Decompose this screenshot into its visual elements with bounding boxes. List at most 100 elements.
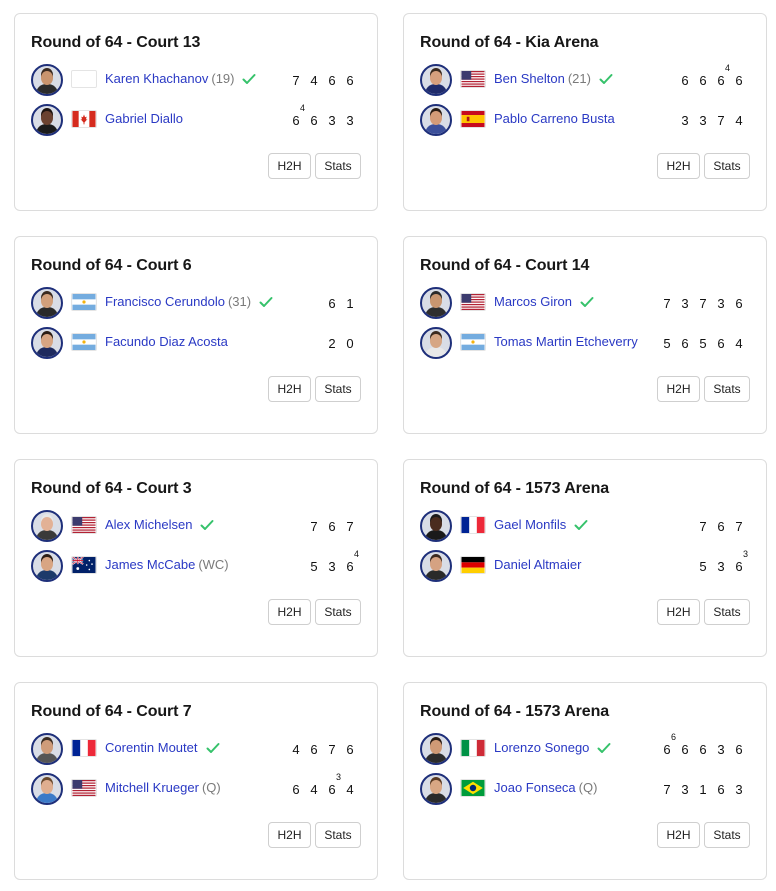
player-name-link[interactable]: Karen Khachanov (19) — [105, 71, 256, 86]
match-title: Round of 64 - 1573 Arena — [420, 480, 610, 497]
player-avatar[interactable] — [31, 510, 63, 542]
player-name-link[interactable]: Joao Fonseca (Q) — [494, 780, 597, 795]
player-name[interactable]: Corentin Moutet — [105, 740, 198, 755]
h2h-button[interactable]: H2H — [268, 153, 311, 179]
player-avatar[interactable] — [31, 733, 63, 765]
set-games: 7 — [699, 296, 707, 311]
player-avatar[interactable] — [420, 287, 452, 319]
set-games: 1 — [699, 782, 707, 797]
player-avatar[interactable] — [31, 327, 63, 359]
player-name-link[interactable]: Facundo Diaz Acosta — [105, 334, 228, 349]
player-avatar[interactable] — [420, 104, 452, 136]
set-score: 0 — [341, 336, 359, 351]
h2h-button[interactable]: H2H — [657, 153, 700, 179]
player-name-link[interactable]: Pablo Carreno Busta — [494, 111, 615, 126]
match-card: Round of 64 - Court 7 Corentin Moutet 4 6 7 6… — [14, 682, 378, 880]
player-name[interactable]: Ben Shelton — [494, 71, 565, 86]
player-name[interactable]: Pablo Carreno Busta — [494, 111, 615, 126]
stats-button[interactable]: Stats — [315, 376, 361, 402]
h2h-button[interactable]: H2H — [268, 599, 311, 625]
set-games: 7 — [663, 296, 671, 311]
set-score: 4 — [305, 73, 323, 88]
player-name[interactable]: Gabriel Diallo — [105, 111, 183, 126]
set-score: 6 — [712, 519, 730, 534]
player-avatar[interactable] — [420, 64, 452, 96]
player-name-link[interactable]: Lorenzo Sonego — [494, 740, 611, 755]
set-games: 3 — [681, 113, 689, 128]
player-avatar[interactable] — [420, 773, 452, 805]
player-avatar[interactable] — [420, 550, 452, 582]
country-flag-icon — [460, 333, 486, 351]
player-row: Alex Michelsen 7 6 7 — [31, 510, 361, 542]
player-name[interactable]: Alex Michelsen — [105, 517, 192, 532]
country-flag-icon — [460, 779, 486, 797]
player-avatar[interactable] — [31, 550, 63, 582]
h2h-button[interactable]: H2H — [268, 822, 311, 848]
player-name-link[interactable]: Gael Monfils — [494, 517, 588, 532]
set-score: 5 — [694, 336, 712, 351]
winner-check-icon — [206, 743, 219, 753]
h2h-button[interactable]: H2H — [657, 822, 700, 848]
stats-button[interactable]: Stats — [704, 599, 750, 625]
player-name-link[interactable]: Corentin Moutet — [105, 740, 220, 755]
h2h-button[interactable]: H2H — [268, 376, 311, 402]
player-name[interactable]: Marcos Giron — [494, 294, 572, 309]
country-flag-icon — [71, 556, 97, 574]
set-score: 5 — [658, 336, 676, 351]
player-avatar[interactable] — [31, 773, 63, 805]
set-score: 6 — [305, 113, 323, 128]
player-name-link[interactable]: Mitchell Krueger (Q) — [105, 780, 221, 795]
set-games: 0 — [346, 336, 354, 351]
set-score: 2 — [323, 336, 341, 351]
set-scores: 4676 — [287, 742, 359, 758]
player-seed: (21) — [567, 71, 591, 86]
player-name[interactable]: Karen Khachanov — [105, 71, 208, 86]
player-name-link[interactable]: Ben Shelton (21) — [494, 71, 613, 86]
player-row: Gael Monfils 7 6 7 — [420, 510, 750, 542]
h2h-button[interactable]: H2H — [657, 376, 700, 402]
stats-button[interactable]: Stats — [704, 153, 750, 179]
player-avatar[interactable] — [31, 64, 63, 96]
match-card: Round of 64 - Court 13 Karen Khachanov (19… — [14, 13, 378, 211]
player-name[interactable]: Lorenzo Sonego — [494, 740, 589, 755]
player-name-link[interactable]: Marcos Giron — [494, 294, 594, 309]
player-name-link[interactable]: Daniel Altmaier — [494, 557, 581, 572]
stats-button[interactable]: Stats — [315, 599, 361, 625]
set-scores: 20 — [323, 336, 359, 352]
player-avatar[interactable] — [420, 327, 452, 359]
stats-button[interactable]: Stats — [704, 376, 750, 402]
set-games: 3 — [717, 296, 725, 311]
set-score: 6 — [730, 73, 748, 88]
player-avatar[interactable] — [420, 510, 452, 542]
player-name-link[interactable]: Tomas Martin Etcheverry — [494, 334, 638, 349]
set-score: 3 — [712, 742, 730, 757]
player-name[interactable]: James McCabe — [105, 557, 195, 572]
set-score: 7 — [730, 519, 748, 534]
player-avatar[interactable] — [31, 287, 63, 319]
player-name[interactable]: Mitchell Krueger — [105, 780, 199, 795]
stats-button[interactable]: Stats — [704, 822, 750, 848]
set-games: 6 — [310, 113, 318, 128]
country-flag-icon — [71, 70, 97, 88]
player-row: Daniel Altmaier 5 3 6 3 — [420, 550, 750, 582]
set-games: 6 — [735, 296, 743, 311]
stats-button[interactable]: Stats — [315, 153, 361, 179]
player-name[interactable]: Gael Monfils — [494, 517, 566, 532]
set-games: 6 — [346, 559, 354, 574]
h2h-button[interactable]: H2H — [657, 599, 700, 625]
player-name-link[interactable]: Francisco Cerundolo (31) — [105, 294, 273, 309]
set-games: 7 — [735, 519, 743, 534]
player-name-link[interactable]: James McCabe (WC) — [105, 557, 229, 572]
player-name[interactable]: Joao Fonseca — [494, 780, 576, 795]
player-name-link[interactable]: Alex Michelsen — [105, 517, 214, 532]
player-name[interactable]: Facundo Diaz Acosta — [105, 334, 228, 349]
player-name[interactable]: Daniel Altmaier — [494, 557, 581, 572]
stats-button[interactable]: Stats — [315, 822, 361, 848]
set-games: 6 — [292, 782, 300, 797]
player-name[interactable]: Francisco Cerundolo — [105, 294, 225, 309]
country-flag-icon — [71, 333, 97, 351]
player-name-link[interactable]: Gabriel Diallo — [105, 111, 183, 126]
player-avatar[interactable] — [31, 104, 63, 136]
player-name[interactable]: Tomas Martin Etcheverry — [494, 334, 638, 349]
player-avatar[interactable] — [420, 733, 452, 765]
